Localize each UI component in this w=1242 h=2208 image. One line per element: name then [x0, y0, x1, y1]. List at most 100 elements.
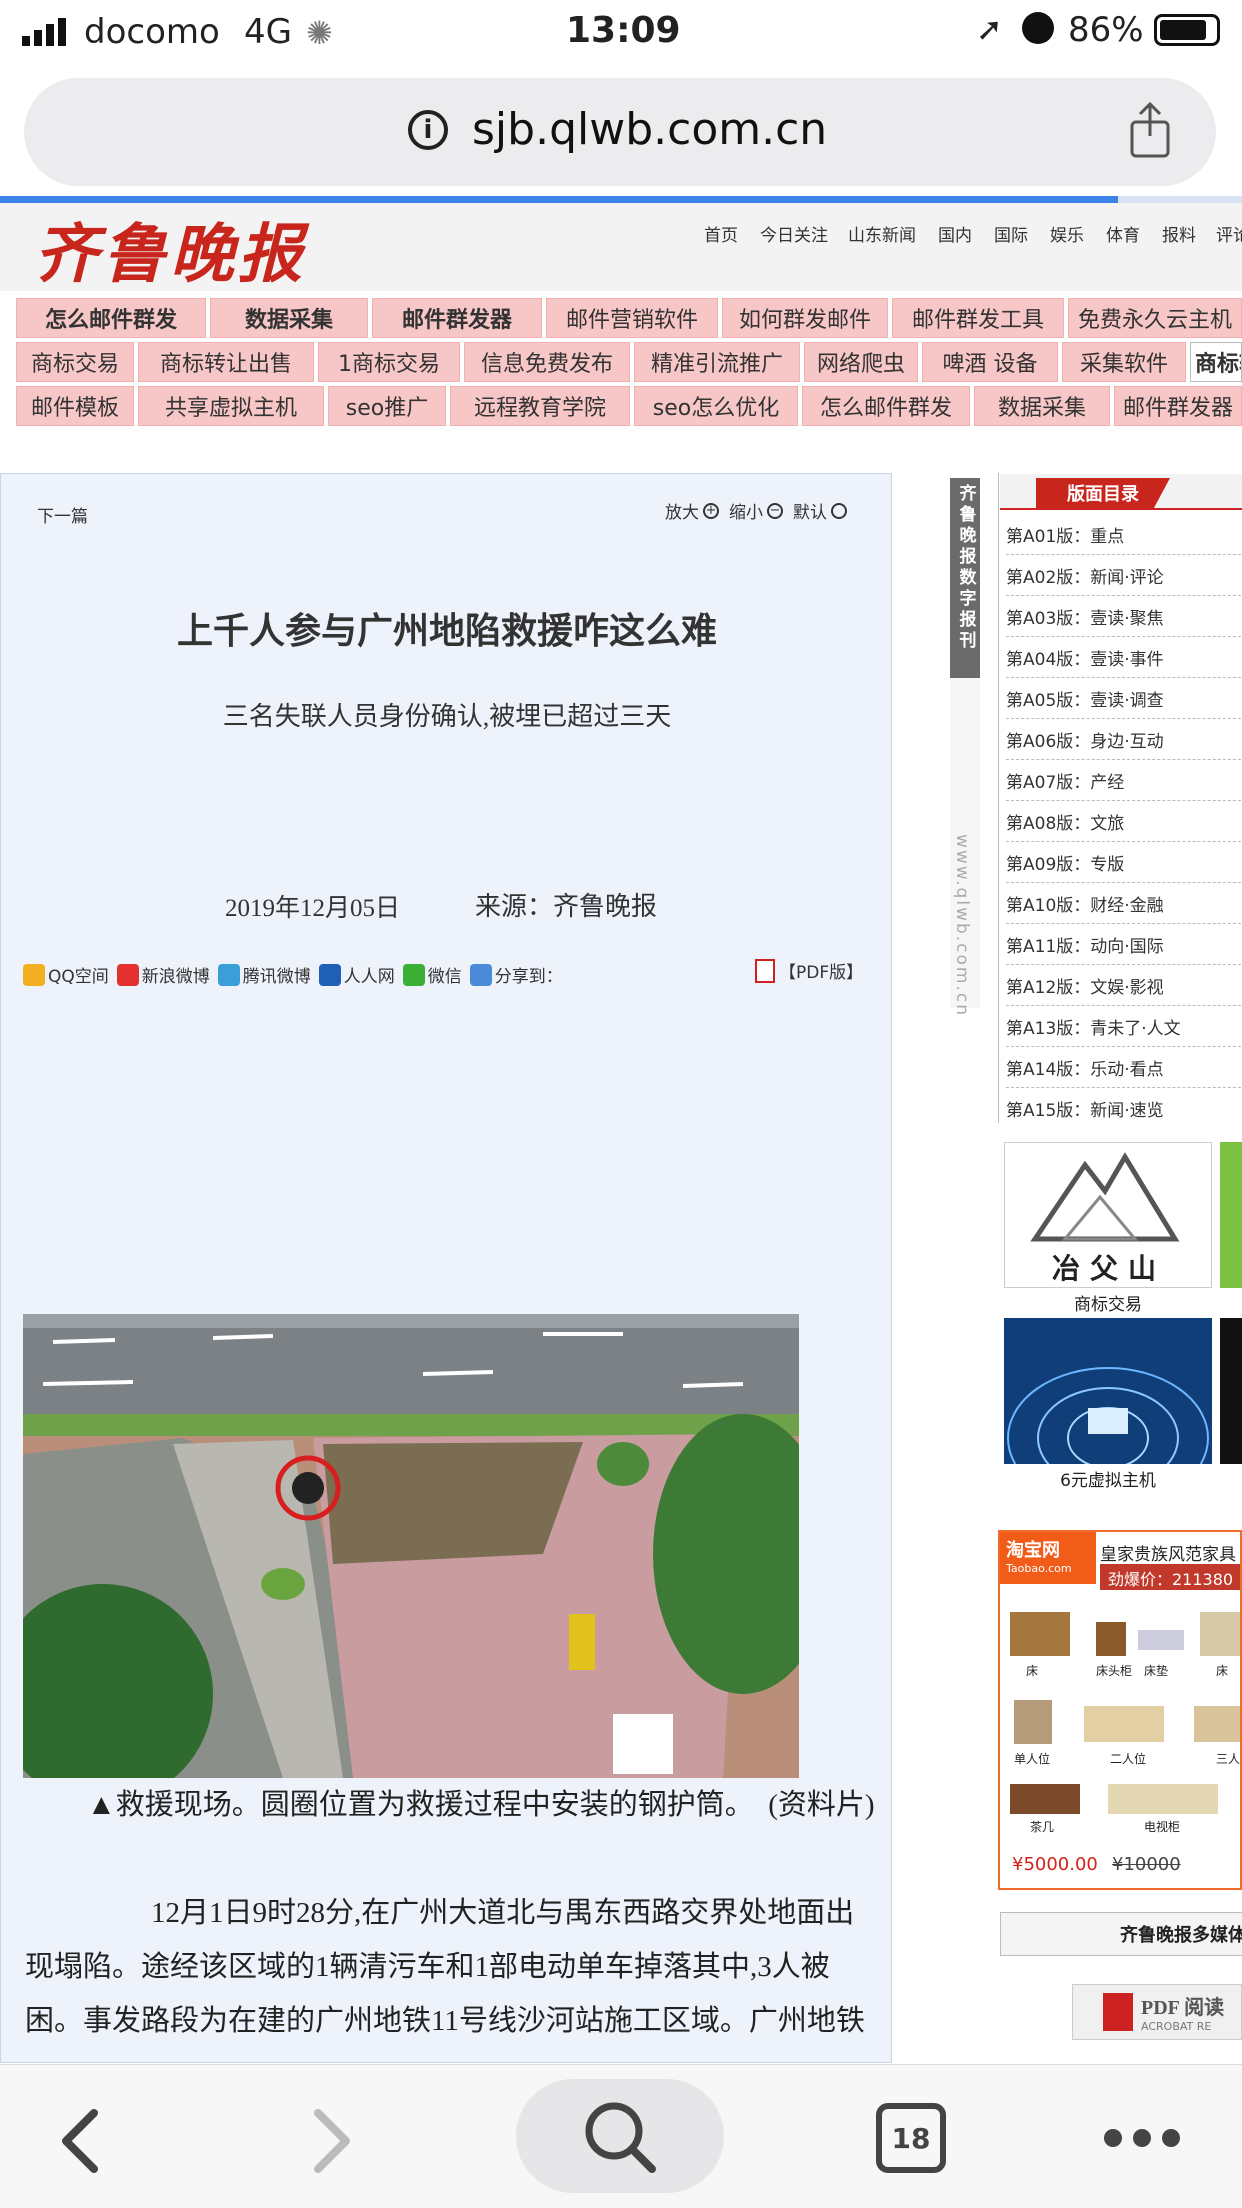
- ad-link[interactable]: 邮件群发器: [372, 298, 542, 338]
- zoom-default-icon[interactable]: [831, 502, 847, 519]
- ad-link[interactable]: 怎么邮件群发: [16, 298, 206, 338]
- signal-icon: [22, 16, 72, 46]
- share-more[interactable]: 分享到：: [469, 962, 563, 987]
- ad-link[interactable]: 商标交易: [16, 342, 134, 382]
- ad-row-3: 邮件模板 共享虚拟主机 seo推广 远程教育学院 seo怎么优化 怎么邮件群发 …: [16, 386, 1242, 426]
- ad-link[interactable]: 邮件营销软件: [546, 298, 718, 338]
- share-renren[interactable]: 人人网: [318, 962, 395, 987]
- taobao-price-banner: 劲爆价：211380: [1100, 1564, 1240, 1590]
- ad-link[interactable]: 1商标交易: [318, 342, 460, 382]
- ad-link[interactable]: 网络爬虫: [804, 342, 918, 382]
- toc-item[interactable]: 第A15版：新闻·速览: [1006, 1088, 1242, 1129]
- nav-international[interactable]: 国际: [994, 221, 1028, 246]
- toc-item[interactable]: 第A07版：产经: [1006, 760, 1242, 801]
- nav-report[interactable]: 报料: [1162, 221, 1196, 246]
- mountain-logo-icon: [1030, 1152, 1180, 1242]
- share-tencent-weibo[interactable]: 腾讯微博: [217, 962, 311, 987]
- renren-icon: [318, 963, 341, 986]
- furniture-row-3: 茶几 电视柜: [1004, 1784, 1240, 1844]
- taobao-ad[interactable]: 淘宝网 Taobao.com 皇家贵族风范家具 劲爆价：211380 床 床头柜…: [998, 1530, 1242, 1890]
- ad-hosting-caption[interactable]: 6元虚拟主机: [1004, 1466, 1212, 1491]
- toc-item[interactable]: 第A10版：财经·金融: [1006, 883, 1242, 924]
- address-bar[interactable]: i sjb.qlwb.com.cn: [24, 78, 1216, 186]
- carrier-label: docomo: [84, 12, 220, 52]
- ad-link[interactable]: 啤酒 设备: [922, 342, 1058, 382]
- article-subtitle: 三名失联人员身份确认,被埋已超过三天: [222, 702, 672, 731]
- ad-link[interactable]: seo怎么优化: [634, 386, 798, 426]
- toc-item[interactable]: 第A09版：专版: [1006, 842, 1242, 883]
- page-load-progress: [0, 196, 1118, 203]
- share-wechat[interactable]: 微信: [402, 962, 462, 987]
- toc-item[interactable]: 第A13版：青未了·人文: [1006, 1006, 1242, 1047]
- pdf-link[interactable]: 【PDF版】: [755, 958, 863, 983]
- nav-home[interactable]: 首页: [704, 221, 738, 246]
- info-icon[interactable]: i: [408, 110, 448, 150]
- toc-item[interactable]: 第A14版：乐动·看点: [1006, 1047, 1242, 1088]
- ad-link[interactable]: 邮件群发工具: [892, 298, 1064, 338]
- ad-link[interactable]: seo推广: [328, 386, 446, 426]
- search-button[interactable]: [516, 2079, 724, 2193]
- site-header: 齐鲁晚报 首页 今日关注 山东新闻 国内 国际 娱乐 体育 报料 评论: [0, 203, 1242, 291]
- toc-item[interactable]: 第A02版：新闻·评论: [1006, 555, 1242, 596]
- toc-item[interactable]: 第A01版：重点: [1006, 514, 1242, 555]
- zoom-in-label[interactable]: 放大: [665, 498, 699, 523]
- toc-item[interactable]: 第A04版：壹读·事件: [1006, 637, 1242, 678]
- share-icon[interactable]: [1128, 101, 1172, 158]
- toc-item[interactable]: 第A11版：动向·国际: [1006, 924, 1242, 965]
- article-paragraph: 12月1日9时28分,在广州大道北与禺东西路交界处地面出现塌陷。途经该区域的1辆…: [25, 1897, 865, 2037]
- share-weibo[interactable]: 新浪微博: [116, 962, 210, 987]
- back-button[interactable]: [52, 2105, 112, 2175]
- chevron-left-icon: [62, 2109, 98, 2173]
- nav-domestic[interactable]: 国内: [938, 221, 972, 246]
- zoom-in-icon[interactable]: +: [703, 502, 719, 519]
- toc-item[interactable]: 第A08版：文旅: [1006, 801, 1242, 842]
- pdf-reader-badge[interactable]: PDF 阅读 ACROBAT RE: [1072, 1984, 1242, 2040]
- zoom-default-label[interactable]: 默认: [793, 498, 827, 523]
- nav-sports[interactable]: 体育: [1106, 221, 1140, 246]
- zoom-out-label[interactable]: 缩小: [729, 498, 763, 523]
- ad-link[interactable]: 精准引流推广: [634, 342, 800, 382]
- ad-link[interactable]: 共享虚拟主机: [138, 386, 324, 426]
- toc-item[interactable]: 第A03版：壹读·聚焦: [1006, 596, 1242, 637]
- ad-link[interactable]: 商标转让出售: [138, 342, 314, 382]
- ad-link[interactable]: 如何群发邮件: [722, 298, 888, 338]
- media-button[interactable]: 齐鲁晚报多媒体: [1000, 1912, 1242, 1956]
- more-button[interactable]: [1102, 2127, 1182, 2149]
- nav-today[interactable]: 今日关注: [760, 221, 828, 246]
- tv-cabinet-image: [1108, 1784, 1218, 1814]
- site-logo[interactable]: 齐鲁晚报: [34, 203, 306, 295]
- ad-mountain-caption[interactable]: 商标交易: [1004, 1290, 1212, 1315]
- tabs-button[interactable]: 18: [876, 2103, 946, 2173]
- toc-item[interactable]: 第A05版：壹读·调查: [1006, 678, 1242, 719]
- article-panel: 下一篇 放大 + 缩小 − 默认 上千人参与广州地陷救援咋这么难 三名失联人员身…: [0, 473, 892, 2063]
- forward-button[interactable]: [300, 2105, 360, 2175]
- ad-mountain[interactable]: 冶父山: [1004, 1142, 1212, 1288]
- ad-link[interactable]: 邮件群发器: [1114, 386, 1242, 426]
- ad-link[interactable]: 采集软件: [1062, 342, 1186, 382]
- nav-entertainment[interactable]: 娱乐: [1050, 221, 1084, 246]
- nav-comment[interactable]: 评论: [1216, 221, 1242, 246]
- ad-link[interactable]: 远程教育学院: [450, 386, 630, 426]
- bed-image-2: [1200, 1612, 1240, 1656]
- zoom-out-icon[interactable]: −: [767, 502, 783, 519]
- taobao-old-price: ¥10000: [1112, 1854, 1181, 1875]
- prev-article-link[interactable]: 下一篇: [37, 502, 88, 527]
- more-icon: [1104, 2129, 1180, 2147]
- weibo-icon: [116, 963, 139, 986]
- nav-shandong[interactable]: 山东新闻: [848, 221, 916, 246]
- toc-item[interactable]: 第A06版：身边·互动: [1006, 719, 1242, 760]
- ad-edge-dark: [1220, 1318, 1242, 1464]
- url-text[interactable]: sjb.qlwb.com.cn: [472, 104, 827, 155]
- ad-link[interactable]: 数据采集: [974, 386, 1110, 426]
- ad-link[interactable]: 邮件模板: [16, 386, 134, 426]
- ad-link[interactable]: 商标转: [1190, 342, 1242, 382]
- toc-item[interactable]: 第A12版：文娱·影视: [1006, 965, 1242, 1006]
- ad-link[interactable]: 免费永久云主机: [1068, 298, 1242, 338]
- share-qzone[interactable]: QQ空间: [23, 962, 109, 987]
- ad-link[interactable]: 信息免费发布: [464, 342, 630, 382]
- loveseat-image: [1084, 1706, 1164, 1742]
- ad-hosting[interactable]: [1004, 1318, 1212, 1464]
- browser-toolbar: 18: [0, 2064, 1242, 2208]
- ad-link[interactable]: 数据采集: [210, 298, 368, 338]
- ad-link[interactable]: 怎么邮件群发: [802, 386, 970, 426]
